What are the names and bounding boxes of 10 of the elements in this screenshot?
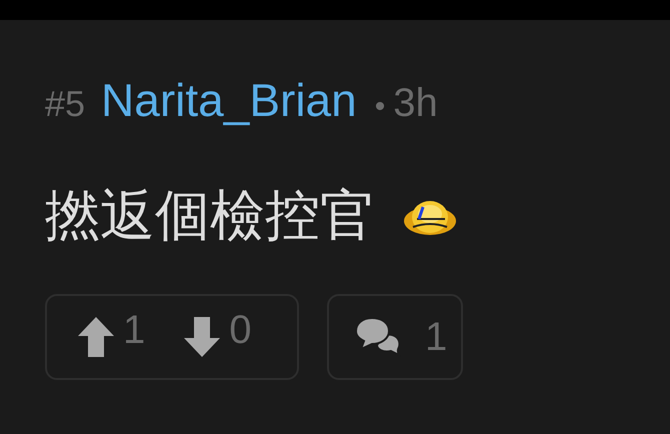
up-arrow-icon (77, 316, 115, 358)
post-time: 3h (393, 80, 438, 127)
downvote-button[interactable]: 0 (183, 314, 252, 360)
upvote-button[interactable]: 1 (77, 314, 146, 360)
separator-dot: • (374, 89, 386, 125)
down-arrow-icon (183, 316, 222, 358)
replies-button[interactable]: 1 (327, 294, 463, 380)
post-text: 撚返個檢控官 (45, 182, 375, 249)
post-number: #5 (45, 82, 86, 126)
username-link[interactable]: Narita_Brian (101, 66, 357, 135)
